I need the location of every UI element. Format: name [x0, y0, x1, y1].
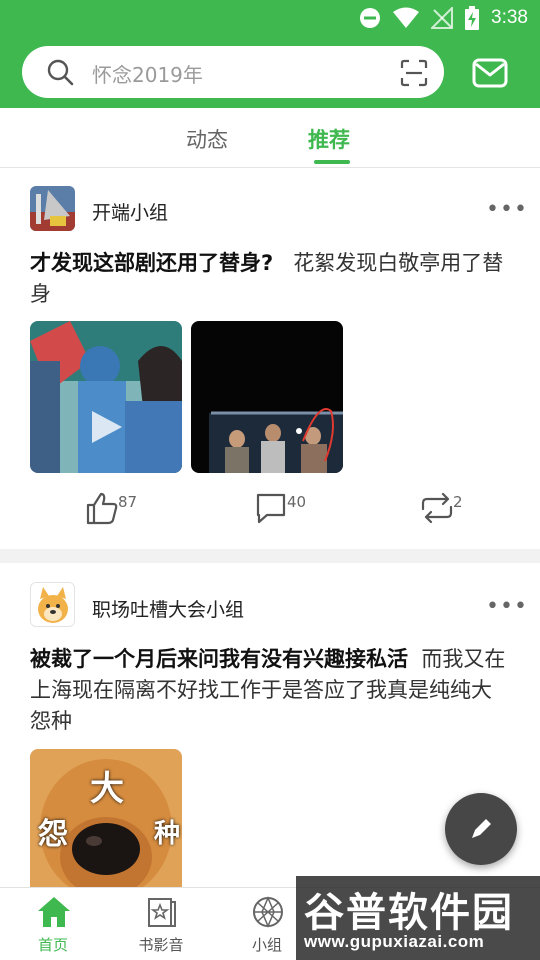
like-button[interactable]: 87	[86, 491, 137, 529]
search-placeholder: 怀念2019年	[92, 63, 203, 87]
meme-text-right: 种	[154, 819, 181, 849]
post-image-2[interactable]	[191, 321, 343, 473]
feed-tabs: 动态 推荐	[0, 108, 540, 168]
group-name[interactable]: 开端小组	[92, 198, 168, 225]
nav-media[interactable]: 书影音	[116, 888, 206, 960]
meme-text-left: 怨	[38, 817, 68, 852]
meme-text-top: 大	[90, 769, 124, 809]
no-signal-icon	[431, 7, 454, 29]
repost-count: 2	[453, 493, 463, 511]
repost-button[interactable]: 2	[420, 491, 463, 529]
watermark-url: www.gupuxiazai.com	[304, 932, 485, 951]
pencil-icon	[472, 819, 491, 838]
group-name[interactable]: 职场吐槽大会小组	[92, 595, 244, 622]
search-icon	[47, 59, 74, 86]
group-avatar[interactable]	[30, 186, 75, 231]
do-not-disturb-icon	[360, 8, 381, 28]
top-header: 3:38 怀念2019年	[0, 0, 540, 108]
scan-icon[interactable]	[400, 59, 428, 87]
mail-icon[interactable]	[472, 58, 508, 88]
tab-recommend[interactable]: 推荐	[308, 124, 350, 154]
nav-home[interactable]: 首页	[8, 888, 98, 960]
tab-dynamic[interactable]: 动态	[186, 124, 228, 154]
post-image-1[interactable]	[30, 321, 182, 473]
compose-button[interactable]	[445, 793, 517, 865]
groups-icon	[253, 896, 283, 928]
more-options-icon[interactable]: •••	[486, 197, 528, 222]
search-bar[interactable]: 怀念2019年	[22, 46, 444, 98]
post-actions: 87 40 2	[0, 491, 540, 535]
home-icon	[38, 897, 70, 927]
nav-media-label: 书影音	[138, 936, 184, 954]
more-options-icon[interactable]: •••	[486, 594, 528, 619]
comment-count: 40	[287, 493, 307, 511]
post-title: 被裁了一个月后来问我有没有兴趣接私活	[30, 647, 408, 671]
post-title: 才发现这部剧还用了替身?	[30, 251, 274, 275]
post-text: 才发现这部剧还用了替身? 花絮发现白敬亭用了替身	[30, 248, 510, 310]
active-tab-indicator	[314, 160, 350, 164]
status-time: 3:38	[491, 7, 528, 28]
post-divider	[0, 549, 540, 563]
comment-icon	[256, 493, 286, 524]
status-icons: 3:38	[359, 4, 528, 32]
like-count: 87	[118, 493, 138, 511]
watermark: 谷普软件园 www.gupuxiazai.com	[296, 876, 540, 960]
book-star-icon	[148, 898, 176, 927]
thumbs-up-icon	[86, 492, 118, 525]
post-text: 被裁了一个月后来问我有没有兴趣接私活 而我又在上海现在隔离不好找工作于是答应了我…	[30, 644, 510, 737]
battery-charging-icon	[465, 6, 480, 30]
repost-icon	[421, 492, 453, 524]
post-image-meme[interactable]: 大 怨 种	[30, 749, 182, 887]
status-bar: 3:38	[0, 0, 540, 36]
wifi-icon	[393, 7, 420, 28]
comment-button[interactable]: 40	[255, 491, 306, 529]
nav-home-label: 首页	[37, 936, 68, 954]
feed-post[interactable]: 开端小组 ••• 才发现这部剧还用了替身? 花絮发现白敬亭用了替身 87 40 …	[0, 169, 540, 549]
group-avatar[interactable]	[30, 582, 75, 627]
watermark-title: 谷普软件园	[304, 890, 514, 936]
